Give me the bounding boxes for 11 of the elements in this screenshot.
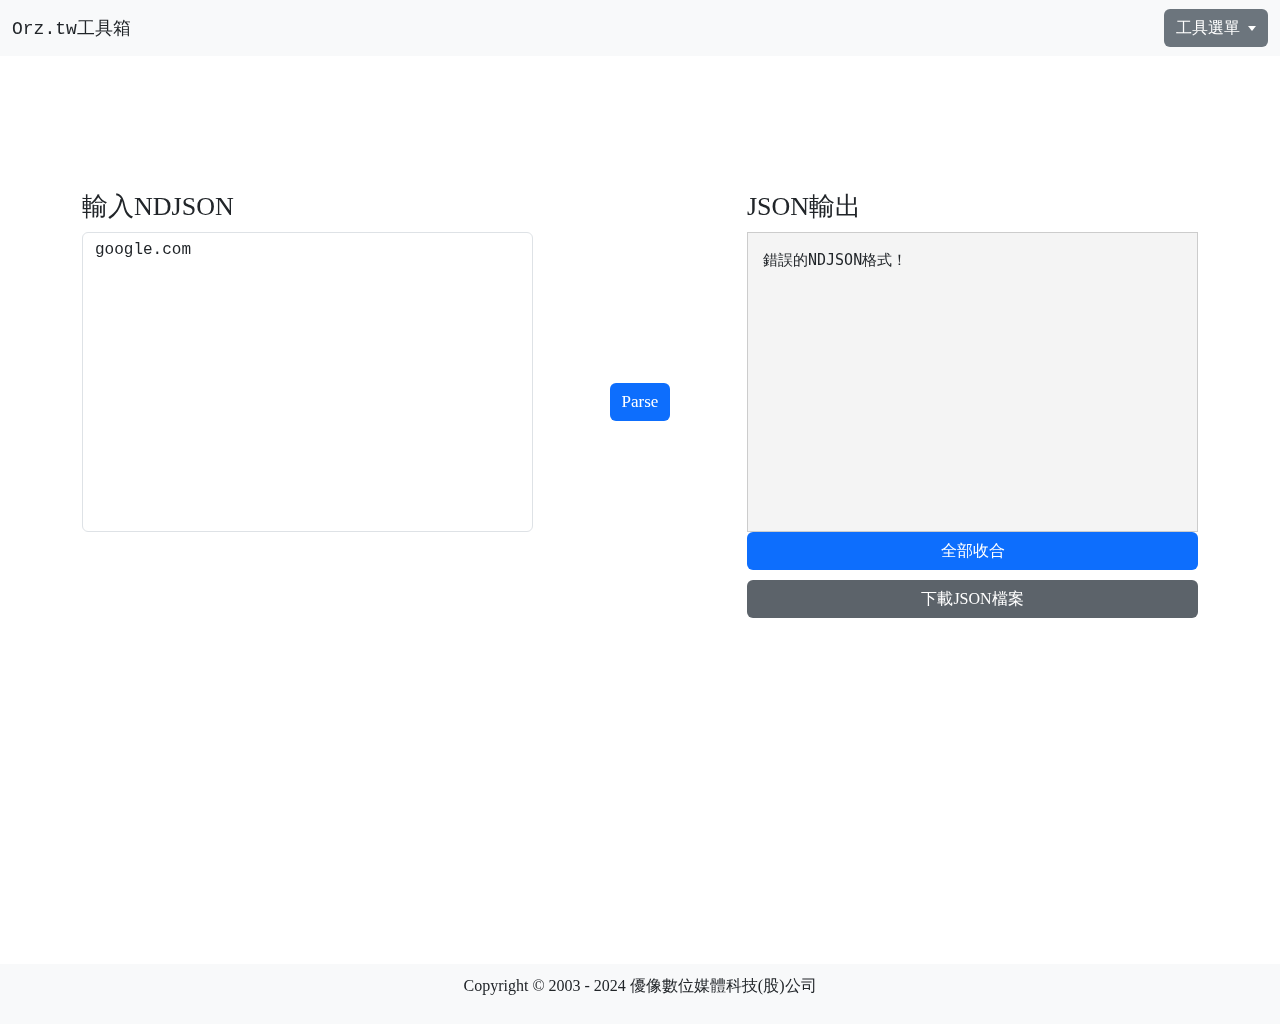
error-message: 錯誤的NDJSON格式！	[763, 251, 908, 269]
caret-icon	[1248, 25, 1256, 31]
tool-menu-button[interactable]: 工具選單	[1164, 9, 1268, 47]
brand-link[interactable]: Orz.tw工具箱	[12, 16, 131, 40]
output-heading: JSON輸出	[747, 191, 863, 223]
parse-button[interactable]: Parse	[609, 383, 671, 421]
ndjson-input-field[interactable]: google.com	[82, 232, 533, 532]
collapse-all-button[interactable]: 全部收合	[747, 532, 1198, 570]
download-button[interactable]: 下載JSON檔案	[747, 580, 1198, 618]
copyright-text: Copyright © 2003 - 2024 優像數位媒體科技(股)公司	[463, 976, 817, 997]
input-heading: 輸入NDJSON	[82, 191, 235, 223]
